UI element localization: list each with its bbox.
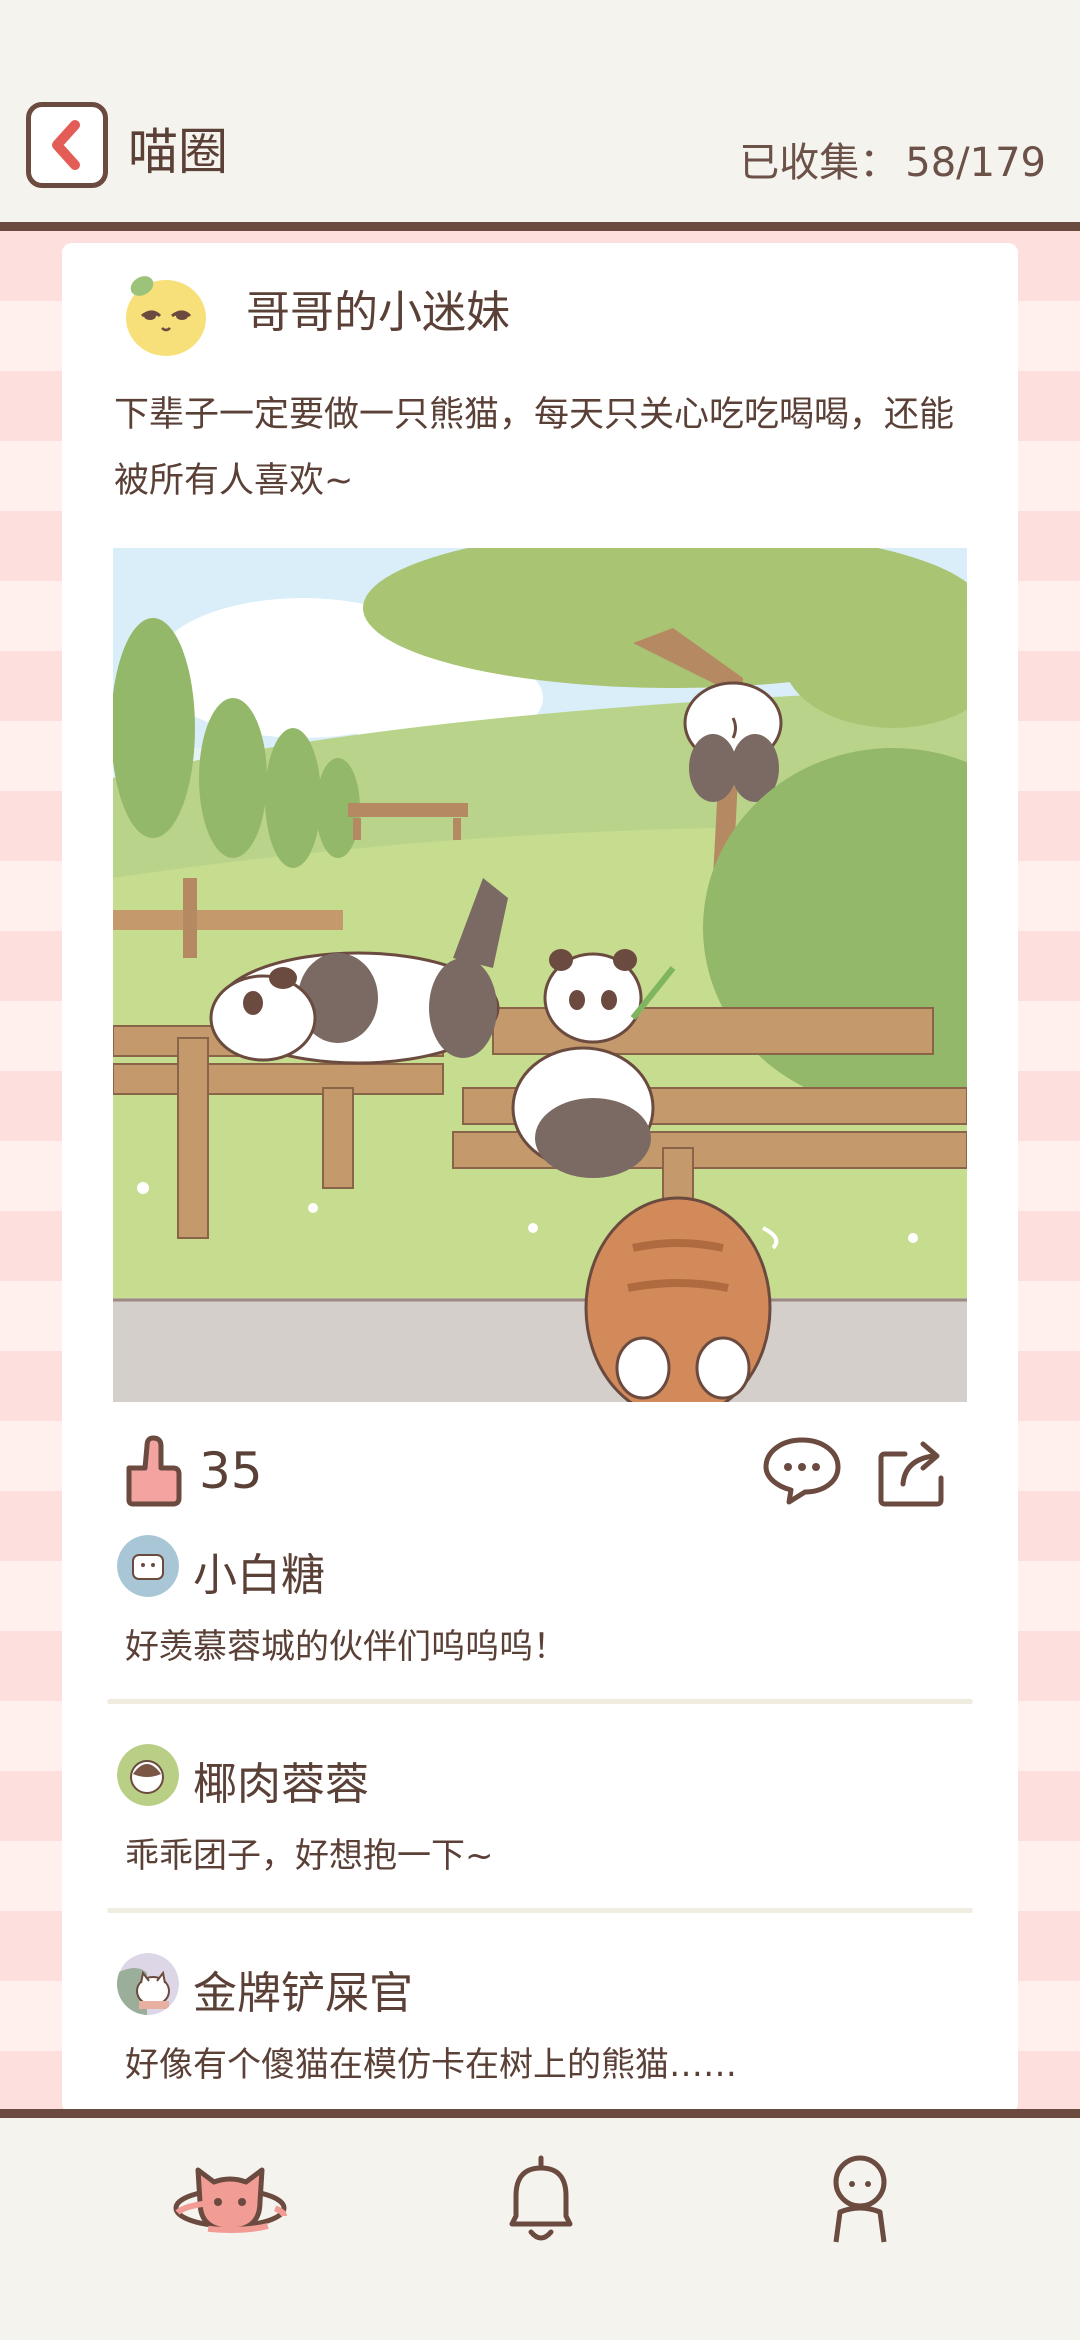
comment-username[interactable]: 椰肉蓉蓉 [193, 1748, 369, 1812]
comment-text: 好像有个傻猫在模仿卡在树上的熊猫…… [125, 2045, 737, 2085]
comment-divider [107, 1699, 973, 1704]
bottom-tab-bar [0, 2118, 1080, 2340]
bell-icon[interactable] [498, 2150, 584, 2250]
comment-icon[interactable] [761, 1434, 843, 1508]
comment-username[interactable]: 金牌铲屎官 [193, 1957, 413, 2021]
comment-username[interactable]: 小白糖 [193, 1539, 325, 1603]
marshmallow-avatar[interactable] [117, 1535, 179, 1597]
collected-label: 已收集： [739, 140, 900, 186]
cat-planet-icon[interactable] [172, 2150, 288, 2250]
share-icon[interactable] [875, 1432, 951, 1508]
comment-divider [107, 1908, 973, 1913]
author-avatar[interactable] [120, 268, 210, 358]
post-text: 下辈子一定要做一只熊猫，每天只关心吃吃喝喝，还能被所有人喜欢~ [114, 395, 955, 501]
author-name[interactable]: 哥哥的小迷妹 [246, 276, 510, 340]
collection-counter: 已收集： 58/179 [733, 130, 1046, 188]
comment-text: 乖乖团子，好想抱一下~ [125, 1836, 494, 1876]
chevron-left-icon [52, 120, 80, 170]
header: 喵圈 已收集： 58/179 [0, 0, 1080, 222]
coconut-avatar[interactable] [117, 1744, 179, 1806]
header-divider [0, 222, 1080, 231]
panda-park-illustration[interactable] [113, 548, 967, 1402]
like-count: 35 [199, 1442, 263, 1500]
thumbs-up-icon[interactable] [121, 1434, 187, 1508]
page-title: 喵圈 [128, 123, 228, 181]
tabbar-divider [0, 2109, 1080, 2118]
comment-text: 好羡慕蓉城的伙伴们呜呜呜！ [125, 1627, 567, 1667]
collected-value: 58/179 [905, 140, 1046, 186]
back-button[interactable] [26, 102, 108, 188]
post-actions: 35 [113, 1430, 967, 1516]
profile-icon[interactable] [820, 2150, 900, 2250]
cat-avatar[interactable] [117, 1953, 179, 2015]
